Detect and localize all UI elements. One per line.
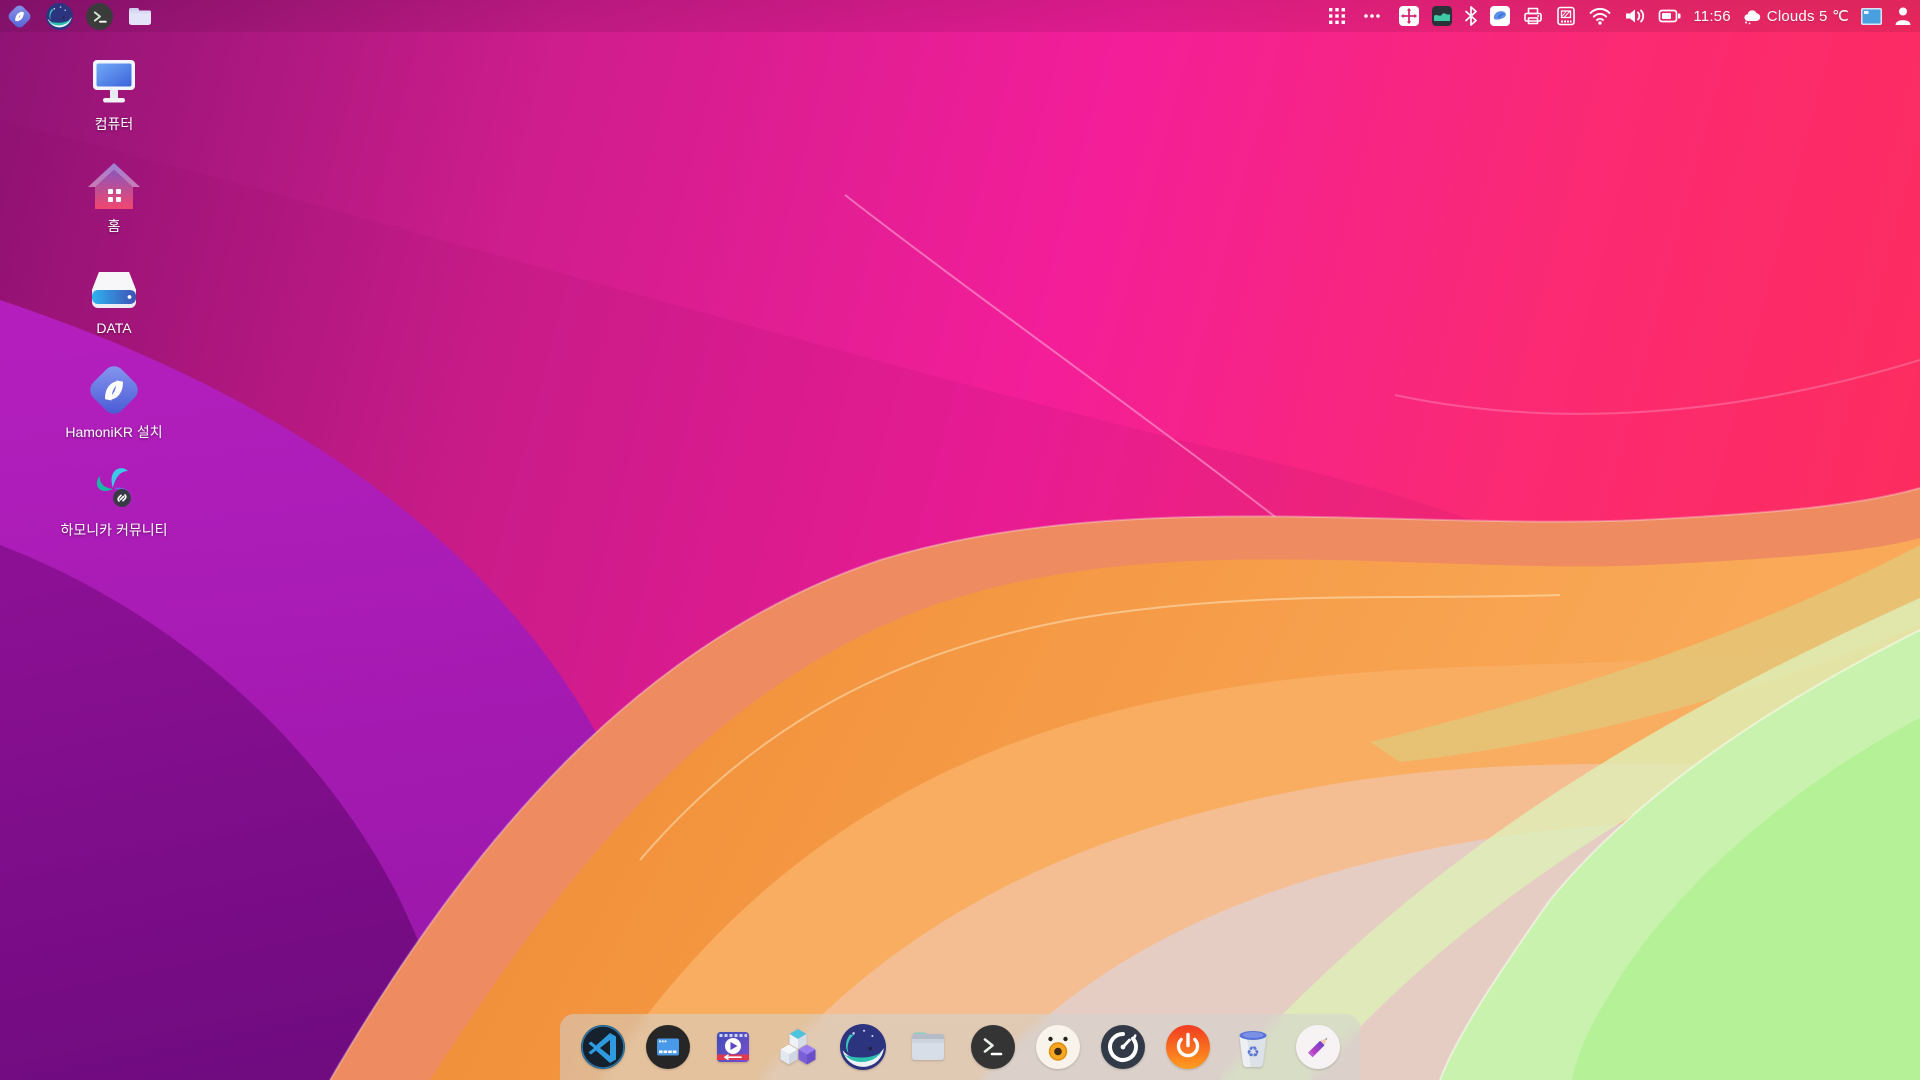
weather-applet[interactable]: Clouds 5 ℃ <box>1742 0 1849 32</box>
terminal-icon <box>970 1024 1016 1070</box>
vscode-icon <box>580 1024 626 1070</box>
file-manager-launcher[interactable] <box>126 0 154 32</box>
battery-applet[interactable] <box>1658 0 1682 32</box>
user-session-applet[interactable] <box>1894 0 1912 32</box>
printer-icon <box>1522 5 1544 27</box>
svg-text:♻: ♻ <box>1246 1043 1259 1061</box>
input-method-applet[interactable] <box>1860 0 1883 32</box>
wifi-icon <box>1588 6 1612 26</box>
clock-applet[interactable]: 11:56 <box>1693 0 1730 32</box>
whale-icon <box>46 3 73 30</box>
dock-file-manager[interactable] <box>905 1024 951 1070</box>
bluetooth-applet[interactable] <box>1464 0 1478 32</box>
volume-icon <box>1623 6 1647 26</box>
dock-terminal[interactable] <box>970 1024 1016 1070</box>
desktop-icon-label: HamoniKR 설치 <box>65 424 162 440</box>
dock-pencil-editor[interactable] <box>1295 1024 1341 1070</box>
dock-video-player[interactable] <box>710 1024 756 1070</box>
app-grid-applet[interactable] <box>1328 0 1346 32</box>
dock-hamonikr-face-app[interactable] <box>1035 1024 1081 1070</box>
computer-icon <box>85 56 143 110</box>
dock-power[interactable] <box>1165 1024 1211 1070</box>
dock-whale-browser[interactable] <box>840 1024 886 1070</box>
terminal-launcher[interactable] <box>86 0 113 32</box>
messenger-icon <box>1489 5 1511 27</box>
wallpaper <box>0 0 1920 1080</box>
volume-applet[interactable] <box>1623 0 1647 32</box>
hamonikr-installer-icon <box>85 362 143 418</box>
whale-browser-launcher[interactable] <box>46 0 73 32</box>
dock-boxes[interactable] <box>775 1024 821 1070</box>
dock-onscreen-keyboard[interactable] <box>645 1024 691 1070</box>
power-icon <box>1165 1024 1211 1070</box>
ellipsis-icon <box>1363 7 1381 25</box>
top-panel: 11:56 Clouds 5 ℃ <box>0 0 1920 32</box>
video-player-icon <box>710 1024 756 1070</box>
weather-cloud-icon <box>1742 7 1762 25</box>
desktop-icon-label: DATA <box>96 320 131 336</box>
bluetooth-icon <box>1464 6 1478 26</box>
hamonikr-logo-icon <box>6 3 33 30</box>
window-move-applet[interactable] <box>1398 0 1420 32</box>
panel-launchers <box>0 0 154 32</box>
dock-vscode[interactable] <box>580 1024 626 1070</box>
battery-icon <box>1658 8 1682 24</box>
pencil-icon <box>1295 1024 1341 1070</box>
desktop-icon-label: 홈 <box>108 218 121 234</box>
hamonikr-menu-button[interactable] <box>6 0 33 32</box>
whale-icon <box>840 1024 886 1070</box>
scanner-icon <box>1555 5 1577 27</box>
user-icon <box>1894 6 1912 26</box>
hamonika-community-icon <box>85 462 143 516</box>
folder-icon <box>126 3 154 30</box>
face-app-icon <box>1035 1024 1081 1070</box>
dock-trash[interactable]: ♻ <box>1230 1024 1276 1070</box>
desktop-icon-home[interactable]: 홈 <box>34 160 194 234</box>
window-move-icon <box>1398 5 1420 27</box>
home-icon <box>85 160 143 212</box>
scanner-applet[interactable] <box>1555 0 1577 32</box>
folder-icon <box>905 1024 951 1070</box>
weather-text: Clouds 5 ℃ <box>1767 7 1849 25</box>
terminal-icon <box>86 3 113 30</box>
system-tray: 11:56 Clouds 5 ℃ <box>1328 0 1920 32</box>
system-monitor-applet[interactable] <box>1431 0 1453 32</box>
app-grid-icon <box>1328 7 1346 25</box>
messenger-applet[interactable] <box>1489 0 1511 32</box>
dock-system-gauge[interactable] <box>1100 1024 1146 1070</box>
printer-applet[interactable] <box>1522 0 1544 32</box>
onscreen-keyboard-icon <box>645 1024 691 1070</box>
more-applets-button[interactable] <box>1363 0 1381 32</box>
desktop-icon-hamonikr-installer[interactable]: HamoniKR 설치 <box>34 362 194 440</box>
desktop-icon-label: 컴퓨터 <box>95 116 134 132</box>
hard-drive-icon <box>85 264 143 314</box>
boxes-cubes-icon <box>775 1024 821 1070</box>
trash-icon: ♻ <box>1230 1024 1276 1070</box>
desktop-icon-label: 하모니카 커뮤니티 <box>61 522 168 538</box>
desktop-icon-hamonika-community[interactable]: 하모니카 커뮤니티 <box>34 462 194 538</box>
dock: ♻ <box>560 1014 1360 1080</box>
desktop-icon-computer[interactable]: 컴퓨터 <box>34 56 194 132</box>
gauge-icon <box>1100 1024 1146 1070</box>
input-method-icon <box>1860 7 1883 26</box>
desktop-icon-data-drive[interactable]: DATA <box>34 264 194 336</box>
clock-time: 11:56 <box>1693 8 1730 25</box>
network-applet[interactable] <box>1588 0 1612 32</box>
system-monitor-icon <box>1431 5 1453 27</box>
